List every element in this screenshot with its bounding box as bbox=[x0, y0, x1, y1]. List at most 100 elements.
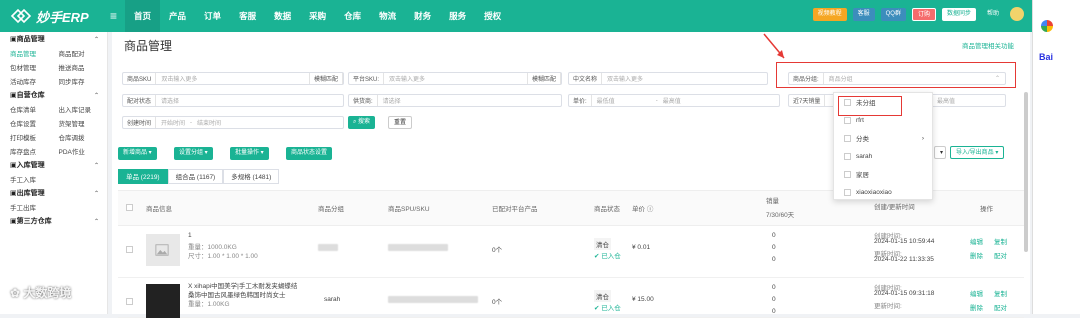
time-filter[interactable]: 创建时间 开始时间 - 结束时间 bbox=[122, 116, 344, 129]
sidebar-item[interactable]: 货架管理 bbox=[59, 118, 108, 128]
nav-item[interactable]: 客服 bbox=[230, 0, 265, 32]
cn-name-input[interactable]: 双击输入更多 bbox=[602, 74, 643, 83]
cn-name-label[interactable]: 中文名称 bbox=[569, 73, 603, 84]
batch-button[interactable]: 批量操作 ▾ bbox=[230, 147, 269, 160]
sidebar-item[interactable]: 手工出库 bbox=[10, 202, 59, 212]
paired-count[interactable]: 0个 bbox=[492, 244, 502, 254]
group-option[interactable]: 家居 bbox=[834, 165, 932, 183]
supplier-filter[interactable]: 供货商: 请选择 bbox=[348, 94, 562, 107]
status-setting-button[interactable]: 商品状态设置 bbox=[286, 147, 333, 160]
nav-item[interactable]: 仓库 bbox=[335, 0, 370, 32]
tab[interactable]: 多规格 (1481) bbox=[223, 169, 280, 184]
help-button[interactable]: 帮助 bbox=[982, 8, 1004, 21]
price-max-input[interactable]: 最高值 bbox=[658, 96, 681, 105]
delete-link[interactable]: 删除 bbox=[970, 250, 983, 260]
tab[interactable]: 组合品 (1167) bbox=[167, 169, 224, 184]
info-icon[interactable]: ⓘ bbox=[647, 206, 654, 213]
app-logo[interactable]: 妙手ERP bbox=[0, 7, 110, 26]
pair-link[interactable]: 配对 bbox=[994, 302, 1007, 312]
nav-item[interactable]: 服务 bbox=[440, 0, 475, 32]
add-product-button[interactable]: 新增商品 ▾ bbox=[118, 147, 157, 160]
sidebar-item[interactable]: 仓库设置 bbox=[10, 118, 59, 128]
sidebar-group[interactable]: ▣ 自营仓库 ⌃ bbox=[0, 88, 107, 102]
row-checkbox[interactable] bbox=[126, 246, 133, 253]
data-sync-button[interactable]: 数据同步 bbox=[941, 7, 976, 21]
group-option[interactable]: sarah bbox=[834, 147, 932, 165]
sidebar-item[interactable]: 活动库存 bbox=[10, 76, 59, 86]
paired-count[interactable]: 0个 bbox=[492, 296, 502, 306]
scrollbar[interactable] bbox=[1024, 92, 1028, 252]
pair-status-filter[interactable]: 配对状态 请选择 bbox=[122, 94, 344, 107]
nav-item[interactable]: 数据 bbox=[265, 0, 300, 32]
tab[interactable]: 单品 (2219) bbox=[118, 169, 168, 184]
nav-item[interactable]: 采购 bbox=[300, 0, 335, 32]
option-checkbox[interactable] bbox=[844, 152, 851, 160]
google-icon[interactable] bbox=[1041, 20, 1053, 32]
group-option[interactable]: xiaoxiaoxiao bbox=[834, 183, 932, 201]
price-min-input[interactable]: 最低值 bbox=[592, 96, 615, 105]
option-checkbox[interactable] bbox=[844, 170, 851, 178]
nav-item[interactable]: 授权 bbox=[475, 0, 510, 32]
option-checkbox[interactable] bbox=[844, 134, 851, 142]
customer-service-button[interactable]: 客服 bbox=[852, 7, 875, 21]
sidebar-item[interactable]: 同步库存 bbox=[59, 76, 108, 86]
sidebar-item[interactable]: PDA作业 bbox=[59, 146, 108, 156]
import-export-button[interactable]: 导入/导出商品 ▾ bbox=[950, 146, 1005, 159]
price-filter[interactable]: 单价: 最低值 - 最高值 bbox=[568, 94, 780, 107]
sidebar-group[interactable]: ▣ 第三方仓库 ⌃ bbox=[0, 214, 107, 228]
sidebar-item[interactable]: 商品管理 bbox=[10, 48, 59, 58]
sku-label[interactable]: 商品SKU bbox=[123, 73, 157, 84]
menu-toggle-icon[interactable]: ≡ bbox=[110, 9, 117, 23]
search-button[interactable]: ⌕ 搜索 bbox=[348, 116, 376, 129]
sidebar-item[interactable]: 库存盘点 bbox=[10, 146, 59, 156]
start-time-input[interactable]: 开始时间 bbox=[156, 118, 185, 127]
video-tutorial-button[interactable]: 视频教程 bbox=[812, 7, 847, 21]
nav-item[interactable]: 首页 bbox=[125, 0, 161, 32]
nav-item[interactable]: 产品 bbox=[160, 0, 195, 32]
edit-link[interactable]: 编辑 bbox=[970, 288, 983, 298]
set-group-button[interactable]: 设置分组 ▾ bbox=[174, 147, 213, 160]
platform-sku-match-mode[interactable]: 模糊匹配 bbox=[526, 73, 561, 84]
sidebar-item[interactable]: 推送商品 bbox=[59, 62, 108, 72]
product-name[interactable]: 1 bbox=[188, 232, 192, 239]
sidebar-item[interactable]: 打印模板 bbox=[10, 132, 59, 142]
nav-item[interactable]: 物流 bbox=[370, 0, 405, 32]
delete-link[interactable]: 删除 bbox=[970, 302, 983, 312]
sidebar-item[interactable]: 商品配对 bbox=[59, 48, 108, 58]
sidebar-group[interactable]: ▣ 商品管理 ⌃ bbox=[0, 32, 107, 46]
order-button[interactable]: 订购 bbox=[911, 7, 936, 21]
sku-filter[interactable]: 商品SKU 双击输入更多 模糊匹配 bbox=[122, 72, 344, 85]
end-time-input[interactable]: 结束时间 bbox=[192, 118, 221, 127]
sales-max-input[interactable]: 最高值 bbox=[932, 96, 955, 105]
sidebar-group[interactable]: ▣ 出库管理 ⌃ bbox=[0, 186, 107, 200]
time-label[interactable]: 创建时间 bbox=[123, 117, 157, 128]
sidebar-item[interactable]: 包材管理 bbox=[10, 62, 59, 72]
table-row[interactable]: 1 重量：1000.0KG 尺寸：1.00 * 1.00 * 1.00 0个 清… bbox=[118, 226, 1024, 278]
help-link[interactable]: 商品管理相关功能 bbox=[962, 40, 1014, 50]
qq-group-button[interactable]: QQ群 bbox=[880, 7, 906, 21]
copy-link[interactable]: 复制 bbox=[994, 236, 1007, 246]
select-all-checkbox[interactable] bbox=[126, 204, 133, 211]
platform-sku-filter[interactable]: 平台SKU: 双击输入更多 模糊匹配 bbox=[348, 72, 562, 85]
nav-item[interactable]: 订单 bbox=[195, 0, 230, 32]
group-option[interactable]: 分类 › bbox=[834, 129, 932, 147]
table-row[interactable]: X xihapi中国美学|手工木耐发夹蝴蝶结 桑饰中国古风墨绿色韩国时尚女士 重… bbox=[118, 278, 1024, 318]
platform-sku-input[interactable]: 双击输入更多 bbox=[384, 74, 425, 83]
settings-dropdown-button[interactable]: ▾ bbox=[934, 146, 946, 159]
sidebar-item[interactable]: 仓库调拨 bbox=[59, 132, 108, 142]
option-checkbox[interactable] bbox=[844, 116, 851, 124]
sku-match-mode[interactable]: 模糊匹配 bbox=[308, 73, 343, 84]
copy-link[interactable]: 复制 bbox=[994, 288, 1007, 298]
sidebar-item[interactable]: 仓库清单 bbox=[10, 104, 59, 114]
edit-link[interactable]: 编辑 bbox=[970, 236, 983, 246]
sku-input[interactable]: 双击输入更多 bbox=[156, 74, 197, 83]
option-checkbox[interactable] bbox=[844, 188, 851, 196]
pair-status-select[interactable]: 请选择 bbox=[156, 96, 179, 105]
row-checkbox[interactable] bbox=[126, 298, 133, 305]
sidebar-item[interactable]: 手工入库 bbox=[10, 174, 59, 184]
baidu-icon[interactable]: Bai bbox=[1039, 52, 1053, 62]
sidebar-group[interactable]: ▣ 入库管理 ⌃ bbox=[0, 158, 107, 172]
nav-item[interactable]: 财务 bbox=[405, 0, 440, 32]
cn-name-filter[interactable]: 中文名称 双击输入更多 bbox=[568, 72, 768, 85]
avatar[interactable] bbox=[1010, 7, 1024, 21]
